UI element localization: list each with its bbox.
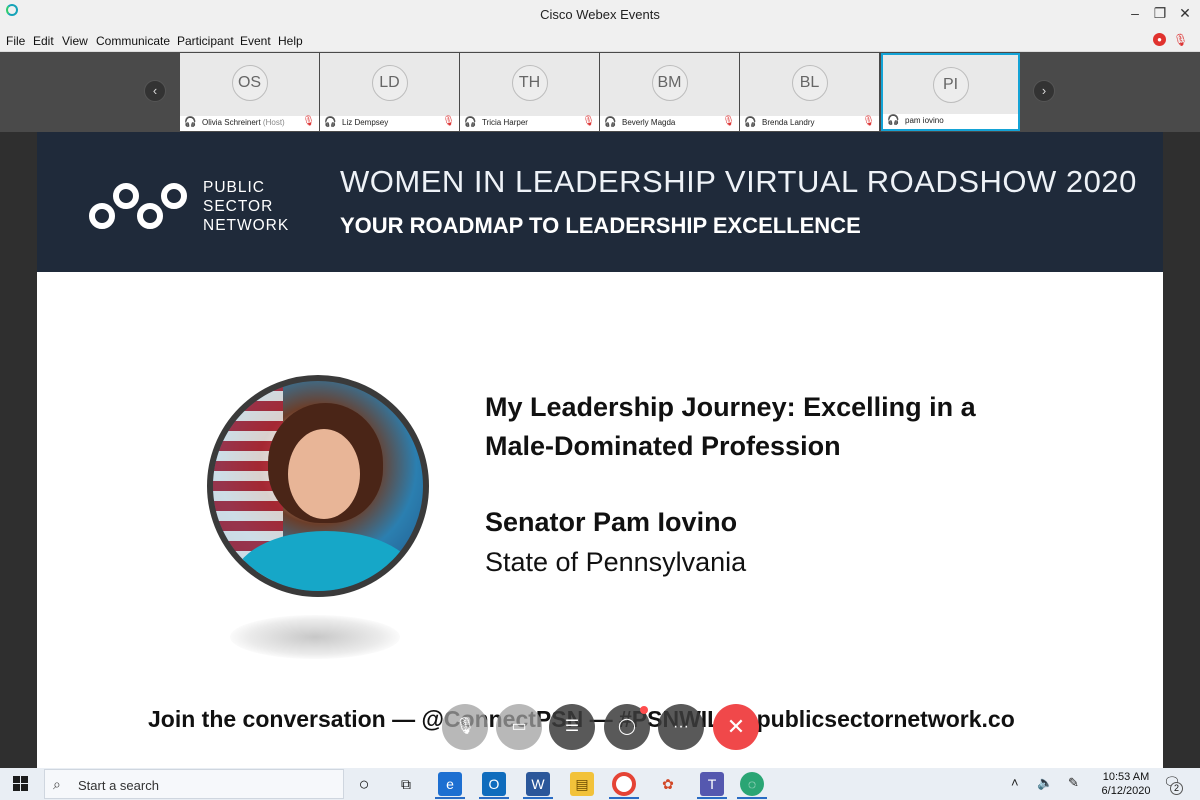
chrome-icon[interactable] [612, 772, 636, 796]
show-hidden-icons-chevron-icon[interactable]: ˄ [1011, 775, 1019, 790]
public-sector-network-logo [89, 183, 187, 229]
taskbar-clock[interactable]: 10:53 AM 6/12/2020 [1098, 770, 1154, 798]
speaking-icon: 🎧 [887, 115, 900, 126]
participant-name: Beverly Magda [622, 118, 676, 127]
menu-participant[interactable]: Participant [177, 34, 234, 48]
volume-icon[interactable]: 🔈 [1037, 775, 1053, 791]
menu-file[interactable]: File [6, 34, 25, 48]
minimize-button[interactable]: – [1125, 5, 1145, 21]
edge-icon[interactable]: e [438, 772, 462, 796]
more-options-button[interactable]: ··· [658, 704, 704, 750]
headset-icon: 🎧 [604, 117, 617, 128]
headset-icon: 🎧 [184, 117, 197, 128]
video-button[interactable]: ▭ [496, 704, 542, 750]
participant-name: pam iovino [905, 116, 944, 125]
muted-mic-icon: 🎙 [582, 116, 595, 127]
webex-taskbar-icon[interactable]: ◌ [740, 772, 764, 796]
menu-help[interactable]: Help [278, 34, 303, 48]
menu-communicate[interactable]: Communicate [96, 34, 170, 48]
word-icon[interactable]: W [526, 772, 550, 796]
chat-icon: ◯ [618, 718, 636, 735]
notification-count-badge: 2 [1170, 782, 1183, 795]
banner-subtitle: YOUR ROADMAP TO LEADERSHIP EXCELLENCE [340, 213, 861, 238]
participant-tile[interactable]: OS 🎧 Olivia Schreinert (Host) 🎙 [180, 53, 319, 131]
avatar: BL [791, 65, 828, 101]
muted-mic-icon[interactable]: 🎙 [1173, 33, 1188, 47]
muted-mic-icon: 🎙 [302, 116, 315, 127]
teams-icon[interactable]: T [700, 772, 724, 796]
org-logo-text: PUBLIC SECTOR NETWORK [203, 179, 290, 234]
restore-button[interactable]: ❐ [1150, 5, 1170, 21]
pen-icon[interactable]: ✎ [1068, 775, 1079, 791]
window-title: Cisco Webex Events [540, 7, 660, 22]
search-placeholder: Start a search [78, 778, 159, 793]
muted-mic-icon: 🎙 [722, 116, 735, 127]
strip-prev-button[interactable]: ‹ [144, 80, 166, 102]
avatar: TH [511, 65, 548, 101]
search-icon: ⌕ [53, 776, 61, 792]
headset-icon: 🎧 [464, 117, 477, 128]
start-button[interactable] [13, 776, 29, 792]
leave-meeting-button[interactable]: ✕ [713, 704, 759, 750]
headset-icon: 🎧 [744, 117, 757, 128]
recording-icon[interactable]: ● [1153, 33, 1166, 46]
participant-name: Tricia Harper [482, 118, 528, 127]
strip-next-button[interactable]: › [1033, 80, 1055, 102]
avatar: BM [651, 65, 688, 101]
speaker-organization: State of Pennsylvania [485, 547, 747, 577]
avatar: PI [932, 67, 969, 103]
taskbar-search-box[interactable]: ⌕ Start a search [44, 769, 344, 799]
close-icon: ✕ [726, 714, 746, 739]
banner-title: WOMEN IN LEADERSHIP VIRTUAL ROADSHOW 202… [340, 164, 1137, 199]
participant-name: Brenda Landry [762, 118, 815, 127]
outlook-icon[interactable]: O [482, 772, 506, 796]
speaker-portrait [207, 375, 429, 597]
camera-icon: ▭ [511, 718, 527, 735]
participant-tile[interactable]: BL 🎧 Brenda Landry 🎙 [740, 53, 879, 131]
menu-bar: File Edit View Communicate Participant E… [0, 30, 1200, 52]
participants-icon: ☰ [564, 718, 580, 735]
participant-name: Olivia Schreinert [202, 118, 261, 127]
headset-icon: 🎧 [324, 117, 337, 128]
menu-edit[interactable]: Edit [33, 34, 54, 48]
participant-name: Liz Dempsey [342, 118, 389, 127]
muted-mic-icon: 🎙 [862, 116, 875, 127]
microphone-icon: 🎙 [454, 718, 476, 735]
menu-event[interactable]: Event [240, 34, 271, 48]
chat-unread-indicator [640, 706, 648, 714]
speaker-name: Senator Pam Iovino [485, 507, 738, 537]
file-explorer-icon[interactable]: ▤ [570, 772, 594, 796]
participant-tile-active-speaker[interactable]: PI 🎧 pam iovino [881, 53, 1020, 131]
menu-view[interactable]: View [62, 34, 88, 48]
participants-button[interactable]: ☰ [549, 704, 595, 750]
task-view-icon[interactable]: ⧉ [394, 772, 418, 796]
more-icon: ··· [673, 718, 689, 735]
paint-icon[interactable]: ✿ [656, 772, 680, 796]
mute-button[interactable]: 🎙 [442, 704, 488, 750]
cortana-icon[interactable]: ○ [352, 772, 376, 796]
portrait-shadow [230, 615, 400, 659]
avatar: OS [231, 65, 268, 101]
host-label: (Host) [262, 118, 285, 127]
participant-tile[interactable]: LD 🎧 Liz Dempsey 🎙 [320, 53, 459, 131]
close-button[interactable]: ✕ [1175, 5, 1195, 21]
avatar: LD [371, 65, 408, 101]
muted-mic-icon: 🎙 [442, 116, 455, 127]
talk-title: My Leadership Journey: Excelling in a Ma… [485, 392, 976, 461]
participant-tile[interactable]: BM 🎧 Beverly Magda 🎙 [600, 53, 739, 131]
title-bar: Cisco Webex Events – ❐ ✕ [0, 0, 1200, 30]
participant-tile[interactable]: TH 🎧 Tricia Harper 🎙 [460, 53, 599, 131]
